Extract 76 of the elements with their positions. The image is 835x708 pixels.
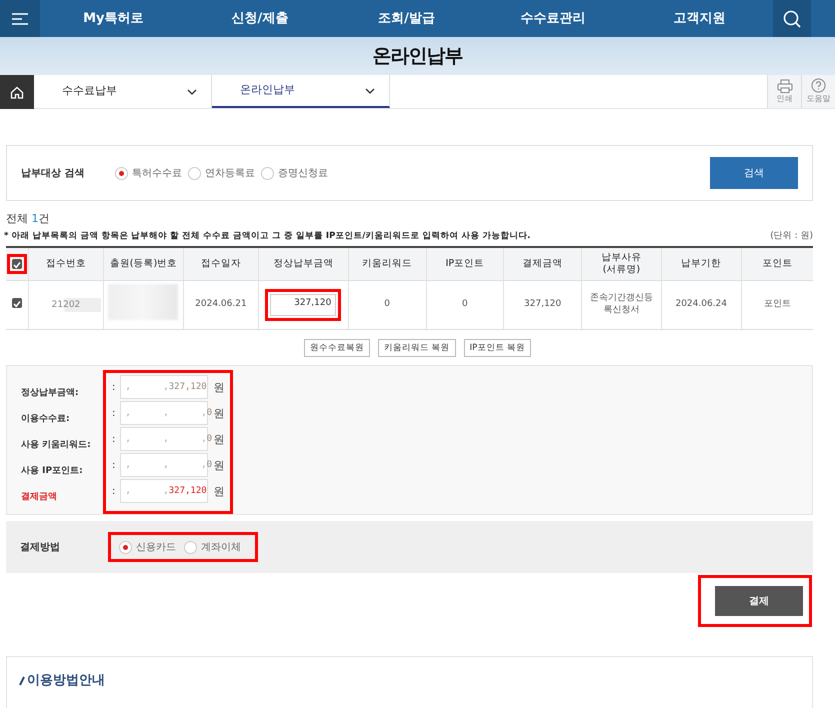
currency-unit: 원 — [213, 458, 224, 473]
menu-icon — [12, 12, 28, 24]
help-button[interactable]: 도움말 — [801, 75, 835, 108]
menu-button[interactable] — [0, 0, 40, 37]
table-cell: 0 — [384, 298, 390, 309]
payment-method-label: 결제방법 — [20, 540, 61, 555]
column-header: 정상납부금액 — [258, 247, 348, 280]
unit-label: (단위 : 원) — [770, 230, 813, 242]
currency-unit: 원 — [213, 484, 224, 499]
nav-menu-item[interactable]: My특허로 — [40, 8, 187, 28]
nav-menu-item[interactable]: 수수료관리 — [480, 8, 626, 28]
pay-button[interactable]: 결제 — [715, 586, 803, 616]
column-header: 키움리워드 — [348, 247, 426, 280]
search-icon — [782, 10, 801, 28]
page-title: 온라인납부 — [372, 44, 462, 69]
column-header: 납부기한 — [661, 247, 742, 280]
radio-option[interactable]: 연차등록료 — [188, 166, 255, 180]
breadcrumb-dropdown[interactable]: 온라인납부 — [212, 75, 390, 108]
breadcrumb-dropdown[interactable]: 수수료납부 — [34, 75, 212, 108]
column-header: 접수일자 — [183, 247, 258, 280]
guide-title: 이용방법안내 — [27, 672, 105, 690]
table-cell: 0 — [462, 298, 468, 309]
row-checkbox[interactable] — [12, 298, 22, 308]
table-cell: 존속기간갱신등 록신청서 — [590, 292, 653, 314]
select-all-checkbox[interactable] — [12, 258, 22, 269]
amount-field: , ,327,120 — [120, 375, 208, 400]
home-icon — [10, 86, 24, 98]
radio-option[interactable]: 특허수수료 — [115, 166, 182, 180]
search-label: 납부대상 검색 — [21, 166, 86, 180]
nav-menu-item[interactable]: 조회/발급 — [333, 8, 480, 28]
table-cell: 2024.06.24 — [675, 298, 727, 309]
column-header: 납부사유 (서류명) — [582, 247, 662, 280]
column-header: 결제금액 — [504, 247, 582, 280]
colon-text: : — [112, 434, 116, 445]
colon-text: : — [112, 460, 116, 471]
nav-menu-item[interactable]: 고객지원 — [626, 8, 773, 28]
summary-label: 정상납부금액: — [21, 386, 80, 400]
restore-button[interactable]: 키움리워드 복원 — [378, 338, 456, 358]
total-count: 전체 1건 — [6, 211, 50, 227]
table-cell: 327,120 — [524, 298, 562, 309]
colon-text: : — [112, 486, 116, 497]
amount-field: 327,120 — [270, 294, 336, 316]
radio-option[interactable]: 증명신청료 — [261, 166, 328, 180]
nav-menu-item[interactable]: 신청/제출 — [186, 8, 334, 28]
check-icon — [13, 261, 21, 270]
printer-icon — [776, 78, 792, 92]
home-button[interactable] — [0, 75, 34, 109]
print-button[interactable]: 인쇄 — [767, 75, 801, 108]
summary-label: 결제금액 — [21, 490, 58, 504]
radio-option[interactable]: 신용카드 — [119, 540, 176, 554]
summary-label: 사용 IP포인트: — [21, 464, 84, 478]
radio-option[interactable]: 계좌이체 — [184, 540, 241, 554]
currency-unit: 원 — [213, 406, 224, 421]
colon-text: : — [112, 408, 116, 419]
chevron-down-icon — [365, 88, 375, 94]
help-icon — [811, 78, 826, 93]
notice-text: * 아래 납부목록의 금액 항목은 납부해야 할 전체 수수료 금액이고 그 중 일부를 IP포인트/키움리워드로 입력하여 사용 가능합니다. — [4, 230, 531, 243]
colon-text: : — [112, 382, 116, 393]
search-button[interactable]: 검색 — [710, 157, 798, 189]
column-header: 접수번호 — [28, 247, 104, 280]
table-cell: 포인트 — [764, 298, 791, 309]
currency-unit: 원 — [213, 380, 224, 395]
chevron-down-icon — [187, 88, 197, 94]
column-header: 포인트 — [741, 247, 813, 280]
column-header: 출원(등록)번호 — [103, 247, 184, 280]
check-icon — [13, 300, 21, 308]
search-button[interactable] — [772, 0, 811, 37]
pencil-icon — [19, 676, 25, 686]
currency-unit: 원 — [213, 432, 224, 447]
summary-label: 이용수수료: — [21, 412, 71, 426]
restore-button[interactable]: 원수수료복원 — [304, 338, 370, 358]
restore-button[interactable]: IP포인트 복원 — [464, 338, 532, 358]
amount-field: , ,327,120 — [120, 479, 208, 504]
column-header: IP포인트 — [426, 247, 504, 280]
summary-label: 사용 키움리워드: — [21, 438, 92, 452]
table-cell: 2024.06.21 — [195, 298, 247, 309]
